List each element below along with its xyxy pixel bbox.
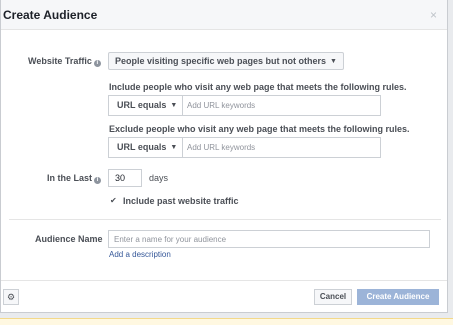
rule-divider bbox=[182, 138, 183, 157]
website-traffic-selected: People visiting specific web pages but n… bbox=[115, 56, 327, 66]
exclude-operator-select[interactable]: URL equals ▼ bbox=[111, 139, 184, 157]
include-keywords-input[interactable] bbox=[187, 99, 367, 112]
in-the-last-label-text: In the Last bbox=[47, 173, 93, 183]
dialog-header: Create Audience × bbox=[1, 0, 447, 30]
include-operator-select[interactable]: URL equals ▼ bbox=[111, 97, 184, 115]
in-the-last-label: In the Last i bbox=[47, 173, 102, 184]
checkmark-icon[interactable]: ✔ bbox=[110, 196, 117, 205]
info-icon[interactable]: i bbox=[94, 177, 102, 184]
website-traffic-select[interactable]: People visiting specific web pages but n… bbox=[108, 52, 344, 70]
notice-strip bbox=[0, 318, 453, 325]
create-audience-dialog: Create Audience × Website Traffic i Peopl… bbox=[0, 0, 448, 313]
caret-down-icon: ▼ bbox=[170, 102, 178, 109]
dialog-footer: ⚙ Cancel Create Audience bbox=[1, 280, 447, 312]
exclude-keywords-input[interactable] bbox=[187, 141, 367, 154]
exclude-rule-box: URL equals ▼ bbox=[108, 137, 381, 158]
section-divider bbox=[9, 219, 441, 220]
include-operator-value: URL equals bbox=[117, 100, 167, 110]
include-rule-description: Include people who visit any web page th… bbox=[109, 82, 407, 92]
days-unit-label: days bbox=[149, 173, 169, 183]
audience-name-label: Audience Name bbox=[35, 234, 103, 244]
rule-divider bbox=[182, 96, 183, 115]
audience-name-input[interactable] bbox=[108, 230, 430, 248]
website-traffic-label-text: Website Traffic bbox=[28, 56, 92, 66]
exclude-rule-description: Exclude people who visit any web page th… bbox=[109, 124, 410, 134]
info-icon[interactable]: i bbox=[93, 60, 101, 67]
days-input[interactable] bbox=[108, 169, 142, 187]
create-audience-button[interactable]: Create Audience bbox=[357, 289, 439, 305]
caret-down-icon: ▼ bbox=[330, 58, 337, 65]
caret-down-icon: ▼ bbox=[170, 144, 178, 151]
add-description-link[interactable]: Add a description bbox=[109, 250, 171, 259]
gear-icon[interactable]: ⚙ bbox=[3, 289, 19, 305]
include-past-traffic-label[interactable]: Include past website traffic bbox=[123, 196, 239, 206]
website-traffic-label: Website Traffic i bbox=[28, 56, 101, 67]
dialog-title: Create Audience bbox=[3, 8, 98, 22]
exclude-operator-value: URL equals bbox=[117, 142, 167, 152]
close-icon[interactable]: × bbox=[430, 8, 437, 22]
include-rule-box: URL equals ▼ bbox=[108, 95, 381, 116]
cancel-button[interactable]: Cancel bbox=[314, 289, 352, 305]
